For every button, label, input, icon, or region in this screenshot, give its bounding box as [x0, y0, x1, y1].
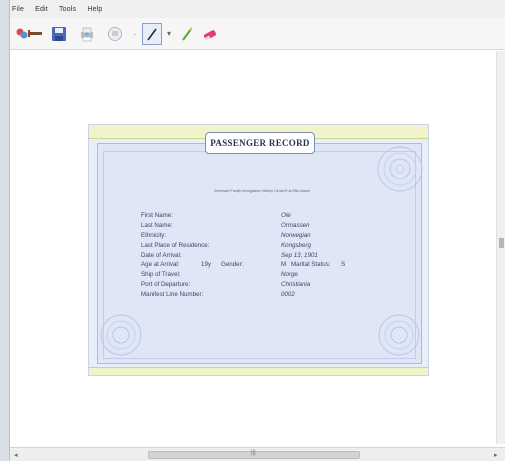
field-row-ship: Ship of Travel: Norge — [141, 270, 386, 280]
field-value: Norwegian — [281, 231, 311, 239]
print-icon — [81, 27, 93, 41]
field-value: Ormassen — [281, 222, 310, 230]
gender-label: Gender: — [221, 261, 244, 269]
field-label: Manifest Line Number: — [141, 290, 204, 298]
field-label: Last Place of Residence: — [141, 241, 210, 249]
guilloche-rosette-icon — [378, 314, 420, 356]
marital-status-value: S — [341, 261, 346, 269]
scroll-left-arrow-icon[interactable]: ◂ — [14, 451, 18, 459]
field-label: Ethnicity: — [141, 231, 167, 239]
toolbar: · ▾ — [10, 18, 505, 50]
certificate-subtitle: American Family Immigration History Cent… — [214, 189, 310, 193]
field-value: Ole — [281, 212, 291, 220]
field-value: 0002 — [281, 290, 295, 298]
menu-tools[interactable]: Tools — [59, 6, 76, 13]
print-button[interactable] — [76, 22, 98, 46]
field-value: Norge — [281, 271, 298, 279]
scroll-grip-icon: ||| — [251, 450, 256, 456]
age-label: Age at Arrival: — [141, 261, 180, 269]
eraser-button[interactable] — [199, 22, 221, 46]
passenger-fields: First Name: Ole Last Name: Ormassen Ethn… — [141, 211, 386, 299]
field-label: Date of Arrival: — [141, 251, 182, 259]
green-pen-button[interactable] — [177, 22, 197, 46]
window-left-edge — [0, 0, 10, 461]
field-value: Christiania — [281, 280, 311, 288]
certificate-title: PASSENGER RECORD — [210, 138, 310, 148]
menu-bar: File Edit Tools Help — [10, 0, 505, 18]
field-value: Kongsberg — [281, 241, 311, 249]
pen-tool-button[interactable] — [142, 22, 162, 45]
toolbar-separator: · — [133, 28, 137, 39]
field-label: First Name: — [141, 212, 173, 220]
guilloche-rosette-icon — [377, 146, 423, 192]
certificate-bottom-border — [89, 367, 428, 375]
save-icon — [52, 26, 66, 41]
field-row-first-name: First Name: Ole — [141, 211, 386, 221]
field-value: Sep 13, 1901 — [281, 251, 318, 259]
field-row-residence: Last Place of Residence: Kongsberg — [141, 240, 386, 250]
pen-tool-icon — [147, 28, 157, 40]
passenger-record-certificate: PASSENGER RECORD American Family Immigra… — [88, 124, 429, 376]
eraser-icon — [203, 29, 217, 40]
export-button[interactable] — [104, 22, 126, 46]
field-row-port: Port of Departure: Christiania — [141, 280, 386, 290]
guilloche-rosette-icon — [100, 314, 142, 356]
field-row-manifest-line: Manifest Line Number: 0002 — [141, 289, 386, 299]
export-icon — [108, 26, 122, 41]
menu-help[interactable]: Help — [87, 6, 102, 13]
certificate-banner: PASSENGER RECORD — [205, 132, 315, 154]
field-label: Last Name: — [141, 222, 173, 230]
field-row-arrival-date: Date of Arrival: Sep 13, 1901 — [141, 250, 386, 260]
save-button[interactable] — [48, 22, 70, 46]
open-button[interactable] — [14, 22, 44, 46]
menu-file[interactable]: File — [12, 6, 24, 13]
pen-dropdown-arrow[interactable]: ▾ — [165, 22, 173, 46]
gender-value: M — [281, 261, 287, 269]
green-pen-icon — [182, 26, 193, 41]
scroll-right-arrow-icon[interactable]: ▸ — [494, 451, 498, 459]
age-value: 19y — [201, 261, 211, 269]
field-label: Port of Departure: — [141, 280, 191, 288]
open-icon — [16, 28, 42, 38]
field-row-age-gender-marital: Age at Arrival: 19y Gender: M Marital St… — [141, 260, 386, 270]
field-row-ethnicity: Ethnicity: Norwegian — [141, 231, 386, 241]
field-label: Ship of Travel: — [141, 271, 181, 279]
menu-edit[interactable]: Edit — [35, 6, 48, 13]
marital-status-label: Marital Status: — [291, 261, 331, 269]
vertical-scroll-thumb[interactable] — [499, 238, 504, 248]
field-row-last-name: Last Name: Ormassen — [141, 221, 386, 231]
horizontal-scroll-thumb[interactable]: ||| — [148, 450, 360, 459]
vertical-scrollbar[interactable] — [496, 51, 505, 444]
horizontal-scrollbar[interactable]: ◂ ||| ▸ — [10, 447, 505, 461]
